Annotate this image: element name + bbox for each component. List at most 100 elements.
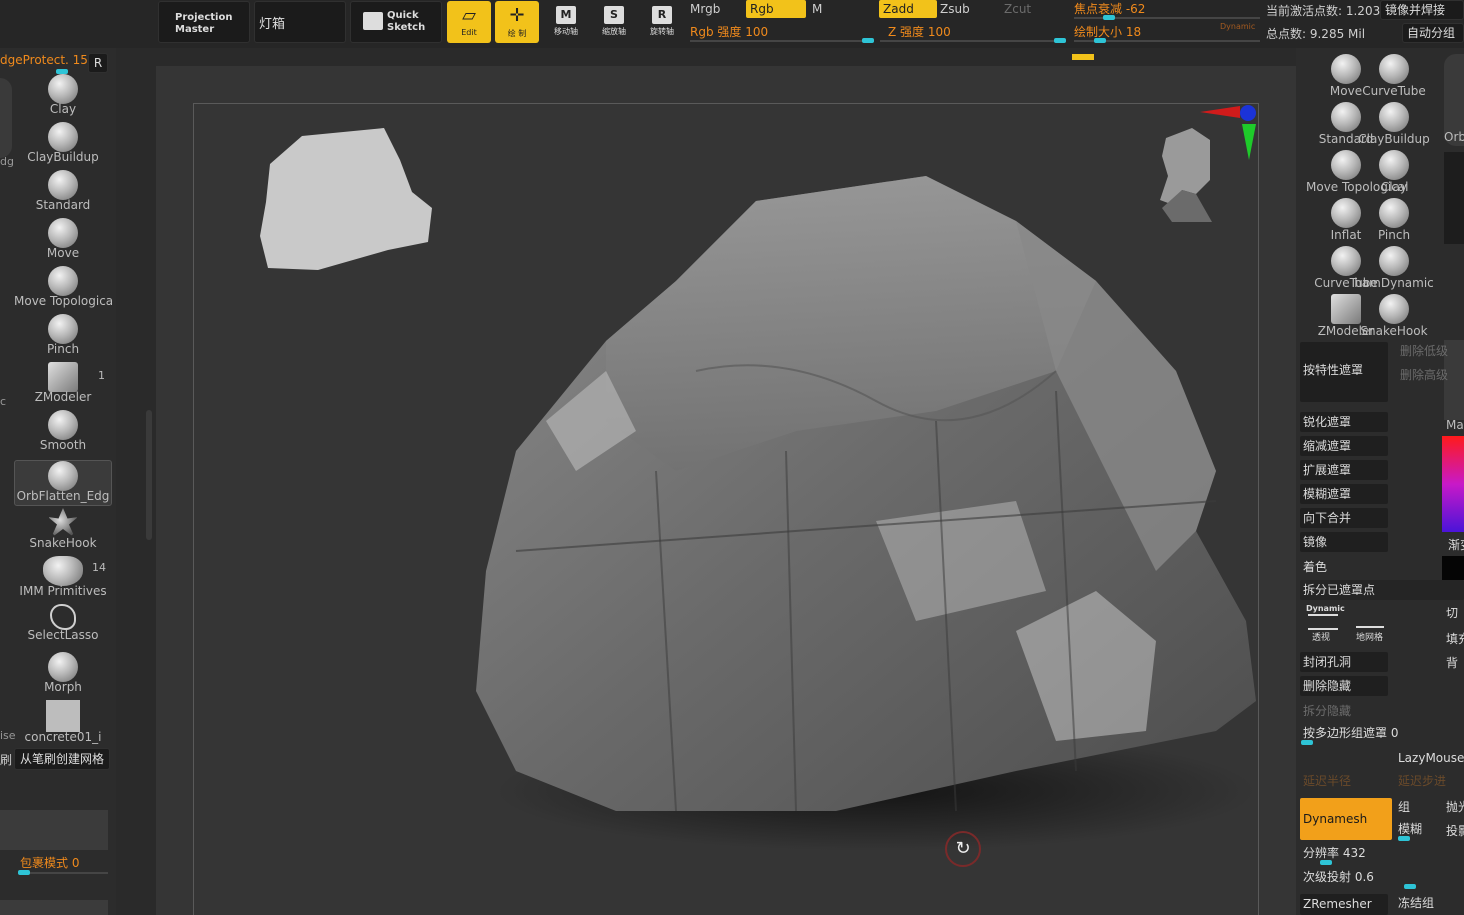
z-intensity-slider[interactable]: Z 强度 100 <box>888 23 951 40</box>
auto-group-button[interactable]: 自动分组 <box>1402 23 1464 43</box>
mirror-button[interactable]: 镜像 <box>1300 532 1388 552</box>
rgb-toggle[interactable]: Rgb <box>746 0 806 18</box>
create-mesh-from-brush-button[interactable]: 从笔刷创建网格 <box>14 748 110 770</box>
right-brush-clay[interactable]: Clay <box>1368 150 1420 196</box>
mask-by-polygroups-knob[interactable] <box>1301 740 1313 745</box>
dynamesh-blur-slider[interactable]: 模糊 <box>1398 820 1422 837</box>
mirror-weld-button[interactable]: 镜像并焊接 <box>1380 0 1464 20</box>
resolution-slider[interactable]: 分辨率 432 <box>1303 844 1366 861</box>
move-gizmo-button[interactable]: M 移动轴 <box>544 4 588 42</box>
zremesher-button[interactable]: ZRemesher <box>1300 894 1388 915</box>
edge-protect-slider[interactable]: dgeProtect. 15 <box>0 53 88 67</box>
mask-by-feature-button[interactable]: 按特性遮罩 <box>1300 342 1388 402</box>
left-sphere-preview[interactable] <box>0 78 12 158</box>
zadd-toggle[interactable]: Zadd <box>879 0 937 18</box>
left-panel-scrollbar[interactable] <box>146 410 152 540</box>
brush-clay[interactable]: Clay <box>14 74 112 120</box>
rotate-label: 旋转轴 <box>650 27 674 36</box>
lazy-step-slider[interactable]: 延迟步进 <box>1398 772 1446 789</box>
edit-button[interactable]: ▱ Edit <box>447 1 491 43</box>
rotate-cursor-icon: ↻ <box>945 831 981 867</box>
split-hidden-button[interactable]: 拆分隐藏 <box>1303 702 1351 719</box>
delete-lower-button[interactable]: 删除低级 <box>1400 342 1448 359</box>
zcut-toggle[interactable]: Zcut <box>1004 2 1031 16</box>
right-tool-panel: Move CurveTube Standard ClayBuildup Move… <box>1296 48 1464 915</box>
perspective-icon[interactable] <box>1308 614 1338 630</box>
orb-label: Orb <box>1444 130 1464 144</box>
dynamesh-blur-knob[interactable] <box>1398 836 1410 841</box>
right-brush-claybuildup[interactable]: ClayBuildup <box>1358 102 1430 148</box>
zsub-toggle[interactable]: Zsub <box>940 2 970 16</box>
smooth-brush-icon <box>48 410 78 440</box>
projection-master-button[interactable]: Projection Master <box>158 1 250 43</box>
brush-smooth[interactable]: Smooth <box>14 410 112 456</box>
dynamesh-polish-toggle[interactable]: 抛光 <box>1446 798 1464 815</box>
dynamic-size-toggle[interactable]: Dynamic <box>1220 22 1255 31</box>
color-picker[interactable] <box>1442 436 1464 532</box>
rgb-intensity-slider[interactable]: Rgb 强度 100 <box>690 23 768 40</box>
floor-grid-icon[interactable] <box>1356 620 1384 628</box>
dynamesh-project-toggle[interactable]: 投影 <box>1446 822 1464 839</box>
subproject-knob[interactable] <box>1404 884 1416 889</box>
brush-snakehook[interactable]: SnakeHook <box>14 508 112 554</box>
draw-size-knob[interactable] <box>1094 38 1106 43</box>
freeze-groups-toggle[interactable]: 冻结组 <box>1398 894 1434 911</box>
brush-pinch[interactable]: Pinch <box>14 314 112 360</box>
draw-size-slider[interactable]: 绘制大小 18 <box>1074 23 1141 40</box>
m-toggle[interactable]: M <box>812 2 822 16</box>
dynamesh-button[interactable]: Dynamesh <box>1300 798 1392 840</box>
rgb-intensity-knob[interactable] <box>862 38 874 43</box>
snakehook-brush-icon <box>48 508 78 538</box>
focal-shift-knob[interactable] <box>1103 15 1115 20</box>
brush-claybuildup[interactable]: ClayBuildup <box>14 122 112 168</box>
dynamesh-group-toggle[interactable]: 组 <box>1398 798 1410 815</box>
lazymouse-label: LazyMouse <box>1398 751 1464 765</box>
quick-sketch-button[interactable]: Quick Sketch <box>350 1 442 43</box>
brush-morph[interactable]: Morph <box>14 652 112 698</box>
mrgb-toggle[interactable]: Mrgb <box>690 2 720 16</box>
draw-button[interactable]: ✛ 绘 制 <box>495 1 539 43</box>
secondary-color-swatch[interactable] <box>1442 556 1464 580</box>
brush-move-topological[interactable]: Move Topologica <box>14 266 112 312</box>
split-masked-button[interactable]: 拆分已遮罩点 <box>1300 580 1464 600</box>
subproject-slider[interactable]: 次级投射 0.6 <box>1303 868 1374 885</box>
z-intensity-knob[interactable] <box>1054 38 1066 43</box>
lightbox-button[interactable]: 灯箱 <box>254 1 346 43</box>
close-holes-button[interactable]: 封闭孔洞 <box>1300 652 1388 672</box>
brush-selectlasso[interactable]: SelectLasso <box>14 604 112 650</box>
cut-label: 切 <box>1446 606 1459 620</box>
blur-mask-button[interactable]: 模糊遮罩 <box>1300 484 1388 504</box>
right-brush-pinch[interactable]: Pinch <box>1368 198 1420 244</box>
resolution-knob[interactable] <box>1320 860 1332 865</box>
move-topological-brush-icon <box>1331 150 1361 180</box>
zmodeler-brush-icon <box>1331 294 1361 324</box>
right-brush-curvetube[interactable]: CurveTube <box>1362 54 1426 100</box>
left-bottom-preview-2 <box>0 900 108 915</box>
z-intensity-track <box>880 40 1066 42</box>
wrap-mode-slider[interactable]: 包裹模式 0 <box>20 854 79 871</box>
alpha-concrete[interactable]: concrete01_i <box>14 700 112 746</box>
lazy-radius-slider[interactable]: 延迟半径 <box>1303 772 1351 789</box>
3d-viewport[interactable]: ↻ <box>156 66 1296 915</box>
head-navigator-icon[interactable] <box>1152 126 1222 226</box>
rock-sculpt-mesh[interactable] <box>456 171 1266 851</box>
scale-gizmo-button[interactable]: S 缩放轴 <box>592 4 636 42</box>
right-brush-hpolish[interactable]: hamDynamic <box>1354 246 1434 292</box>
brush-move[interactable]: Move <box>14 218 112 264</box>
quick-sketch-label: Quick Sketch <box>387 10 426 33</box>
grow-mask-button[interactable]: 扩展遮罩 <box>1300 460 1388 480</box>
gradient-label: 渐变 <box>1448 538 1464 552</box>
mask-by-polygroups-slider[interactable]: 按多边形组遮罩 0 <box>1303 724 1398 741</box>
delete-hidden-button[interactable]: 删除隐藏 <box>1300 676 1388 696</box>
r-button[interactable]: R <box>88 53 108 73</box>
wrap-mode-knob[interactable] <box>18 870 30 875</box>
right-brush-snakehook[interactable]: SnakeHook <box>1360 294 1428 340</box>
shrink-mask-button[interactable]: 缩减遮罩 <box>1300 436 1388 456</box>
texture-slot[interactable] <box>1444 152 1464 244</box>
brush-standard[interactable]: Standard <box>14 170 112 216</box>
merge-down-button[interactable]: 向下合并 <box>1300 508 1388 528</box>
sharpen-mask-button[interactable]: 锐化遮罩 <box>1300 412 1388 432</box>
rotate-gizmo-button[interactable]: R 旋转轴 <box>640 4 684 42</box>
brush-orbflatten[interactable]: OrbFlatten_Edg <box>14 460 112 506</box>
delete-higher-button[interactable]: 删除高级 <box>1400 366 1448 383</box>
